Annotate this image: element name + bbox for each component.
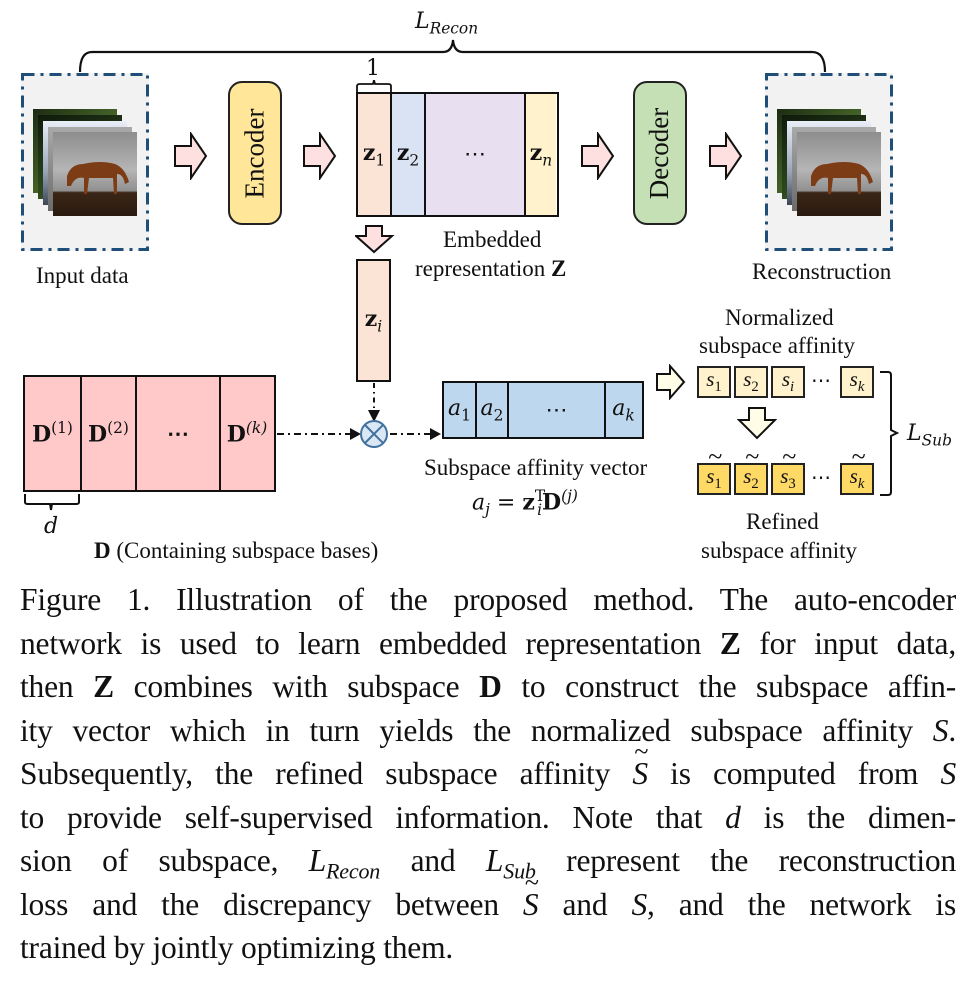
normalized-ellipsis: ⋯ xyxy=(811,368,831,392)
math-symbol: Z xyxy=(719,625,741,661)
sub-loss-bracket xyxy=(880,371,900,496)
math-symbol: LRecon xyxy=(308,843,381,884)
input-data-label: Input data xyxy=(36,263,129,288)
refined-cell-s2: s2 xyxy=(734,442,768,495)
caption-line: then Z combines with subspace D to const… xyxy=(20,669,956,704)
reconstruction-frame xyxy=(765,73,893,251)
normalized-cell-s1: s1 xyxy=(697,366,731,398)
affinity-cell-a2: a2 xyxy=(477,383,509,437)
affinity-cell-ak: ak xyxy=(612,395,635,425)
recon-loss-label: LRecon xyxy=(415,9,479,38)
embedding-cell-zn: zn xyxy=(526,94,556,215)
refined-cell-s1: s1 xyxy=(697,442,731,495)
refined-cell-sk: sk xyxy=(840,442,874,495)
caption-line: sion of subspace, LRecon and LSub repres… xyxy=(20,843,956,884)
input-data-frame xyxy=(21,73,149,251)
horse-icon xyxy=(811,162,873,194)
caption-line: ity vector which in turn yields the norm… xyxy=(20,712,956,748)
arrow-down-icon xyxy=(355,225,395,254)
normalized-label-line1: Normalized xyxy=(725,305,834,330)
math-symbol: S xyxy=(631,886,647,922)
selected-embedding-zi: zi xyxy=(356,259,391,382)
caption-line: trained by jointly optimizing them. xyxy=(20,930,454,965)
arrow-right-icon xyxy=(174,132,208,180)
normalized-cell-s2: s2 xyxy=(734,366,768,398)
caption-line: loss and the discrepancy between S and S… xyxy=(20,861,956,927)
refined-label-line1: Refined xyxy=(746,509,819,534)
normalized-cell-sk: sk xyxy=(840,366,874,398)
figure-caption: Figure 1. Illustration of the proposed m… xyxy=(20,578,956,970)
dimension-bracket xyxy=(24,494,80,511)
embedding-cell-z1: z1 xyxy=(358,94,392,215)
arrow-right-icon xyxy=(581,132,615,180)
math-symbol: Z xyxy=(93,669,114,704)
encoder-block: Encoder xyxy=(228,81,282,225)
arrow-right-icon xyxy=(303,132,337,180)
arrow-right-icon xyxy=(656,364,686,400)
math-symbol: D xyxy=(479,669,502,704)
normalized-cell-si: si xyxy=(771,366,805,398)
caption-line: network is used to learn embedded repres… xyxy=(20,625,956,661)
dash-dot-connectors xyxy=(277,383,441,440)
dimension-label: d xyxy=(44,514,59,539)
horse-icon xyxy=(67,162,129,194)
refined-label-line2: subspace affinity xyxy=(701,538,858,563)
subspace-bases-label: D (Containing subspace bases) xyxy=(94,538,379,563)
sub-loss-label: LSub xyxy=(907,421,952,450)
reconstruction-label: Reconstruction xyxy=(752,259,892,284)
embedding-matrix: z1 z2 ⋯ zn xyxy=(356,92,559,217)
caption-line: Figure 1. Illustration of the proposed m… xyxy=(20,582,956,617)
math-symbol: S xyxy=(940,756,957,791)
arrow-down-icon xyxy=(737,407,777,440)
caption-line: Subsequently, the refined subspace affin… xyxy=(20,730,957,796)
embedding-cell-ellipsis: ⋯ xyxy=(426,94,526,215)
caption-line: to provide self-supervised information. … xyxy=(20,799,956,835)
horse-image xyxy=(53,132,137,216)
affinity-formula: aj = zTiD(j) xyxy=(472,487,578,519)
math-symbol: d xyxy=(725,799,741,835)
math-symbol: S xyxy=(932,712,949,748)
math-symbol-tilde: S xyxy=(523,861,539,927)
unit-width-label: 1 xyxy=(366,56,380,81)
affinity-cell-ellipsis: ⋯ xyxy=(509,383,606,437)
recon-loss-bracket xyxy=(78,39,827,73)
embedding-label-line1: Embedded xyxy=(443,227,542,252)
arrow-right-icon xyxy=(709,132,743,180)
math-symbol-tilde: S xyxy=(632,730,648,796)
affinity-vector-label: Subspace affinity vector xyxy=(424,455,648,480)
affinity-vector: a1 a2 ⋯ ak xyxy=(442,381,644,439)
decoder-block: Decoder xyxy=(633,81,687,225)
refined-ellipsis: ⋯ xyxy=(811,465,831,489)
normalized-label-line2: subspace affinity xyxy=(699,333,856,358)
affinity-cell-a1: a1 xyxy=(444,383,477,437)
embedding-cell-z2: z2 xyxy=(392,94,426,215)
refined-cell-s3: s3 xyxy=(771,442,805,495)
multiply-operator-icon xyxy=(360,420,388,448)
embedding-label-line2: representation Z xyxy=(415,256,567,281)
horse-image xyxy=(797,132,881,216)
